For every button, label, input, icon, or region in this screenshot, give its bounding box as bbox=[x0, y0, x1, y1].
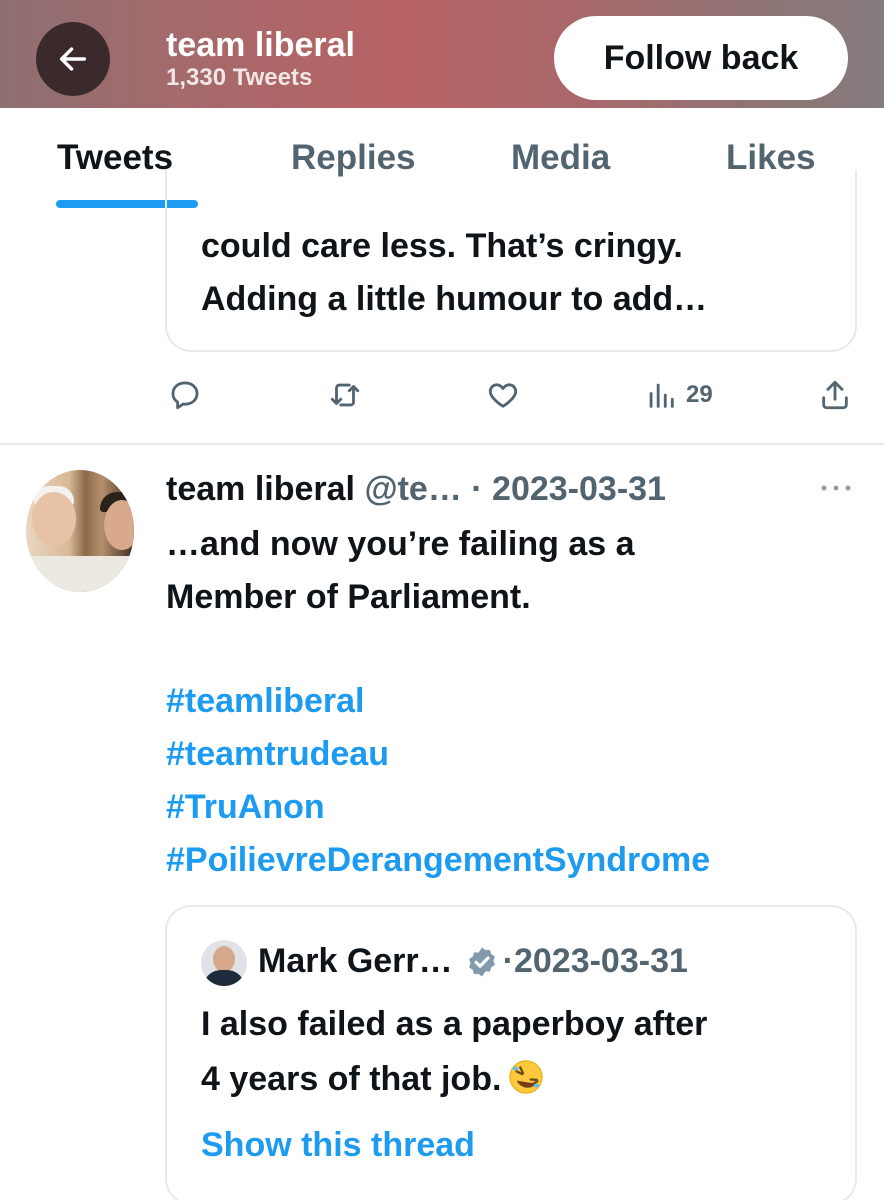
profile-header: team liberal 1,330 Tweets Follow back bbox=[0, 0, 884, 108]
reply-button[interactable] bbox=[168, 378, 202, 412]
views-button[interactable]: 29 bbox=[644, 378, 713, 412]
quoted-author-line: Mark Gerr… · 2023-03-31 bbox=[258, 942, 688, 981]
tweet-divider bbox=[0, 443, 884, 445]
avatar bbox=[201, 940, 247, 986]
like-button[interactable] bbox=[486, 378, 520, 412]
tab-tweets[interactable]: Tweets bbox=[57, 138, 173, 178]
profile-name: team liberal bbox=[166, 26, 355, 64]
quoted-author-name: Mark Gerr… bbox=[258, 942, 453, 980]
share-button[interactable] bbox=[818, 378, 852, 412]
author-name: team liberal bbox=[166, 470, 355, 508]
retweet-button[interactable] bbox=[328, 378, 362, 412]
tweet-date: 2023-03-31 bbox=[513, 942, 688, 980]
tweet-count: 1,330 Tweets bbox=[166, 64, 313, 91]
hashtag-link[interactable]: #PoilievreDerangementSyndrome bbox=[166, 841, 710, 880]
tweet-text: Member of Parliament. bbox=[166, 578, 531, 616]
views-count: 29 bbox=[686, 381, 713, 408]
like-icon bbox=[488, 383, 518, 408]
separator-dot: · bbox=[461, 470, 493, 508]
rolling-laughing-emoji-icon bbox=[509, 1060, 544, 1094]
separator-dot: · bbox=[502, 942, 514, 980]
tweet-date: 2023-03-31 bbox=[492, 470, 666, 508]
quoted-tweet-text: could care less. That’s cringy. bbox=[201, 227, 683, 265]
retweet-icon bbox=[330, 383, 360, 407]
quoted-tweet-text: Adding a little humour to add… bbox=[201, 280, 708, 318]
quoted-tweet-text: I also failed as a paperboy after bbox=[201, 1005, 708, 1043]
arrow-left-icon bbox=[59, 47, 87, 71]
verified-badge-icon bbox=[468, 947, 495, 976]
author-handle: @te… bbox=[364, 470, 462, 508]
tweet-author-line[interactable]: team liberal @te… · 2023-03-31 bbox=[166, 470, 666, 509]
back-button[interactable] bbox=[36, 22, 110, 96]
follow-back-button[interactable]: Follow back bbox=[554, 16, 848, 100]
more-options-icon[interactable] bbox=[818, 478, 854, 498]
show-thread-link[interactable]: Show this thread bbox=[201, 1126, 475, 1165]
hashtag-link[interactable]: #teamtrudeau bbox=[166, 735, 389, 774]
tweet-text: …and now you’re failing as a bbox=[166, 525, 635, 563]
hashtag-link[interactable]: #teamliberal bbox=[166, 682, 364, 721]
reply-icon bbox=[171, 381, 199, 410]
avatar[interactable] bbox=[26, 470, 134, 592]
share-icon bbox=[822, 380, 848, 410]
hashtag-link[interactable]: #TruAnon bbox=[166, 788, 325, 827]
quoted-tweet-text: 4 years of that job. bbox=[201, 1058, 545, 1099]
views-icon bbox=[649, 383, 674, 408]
